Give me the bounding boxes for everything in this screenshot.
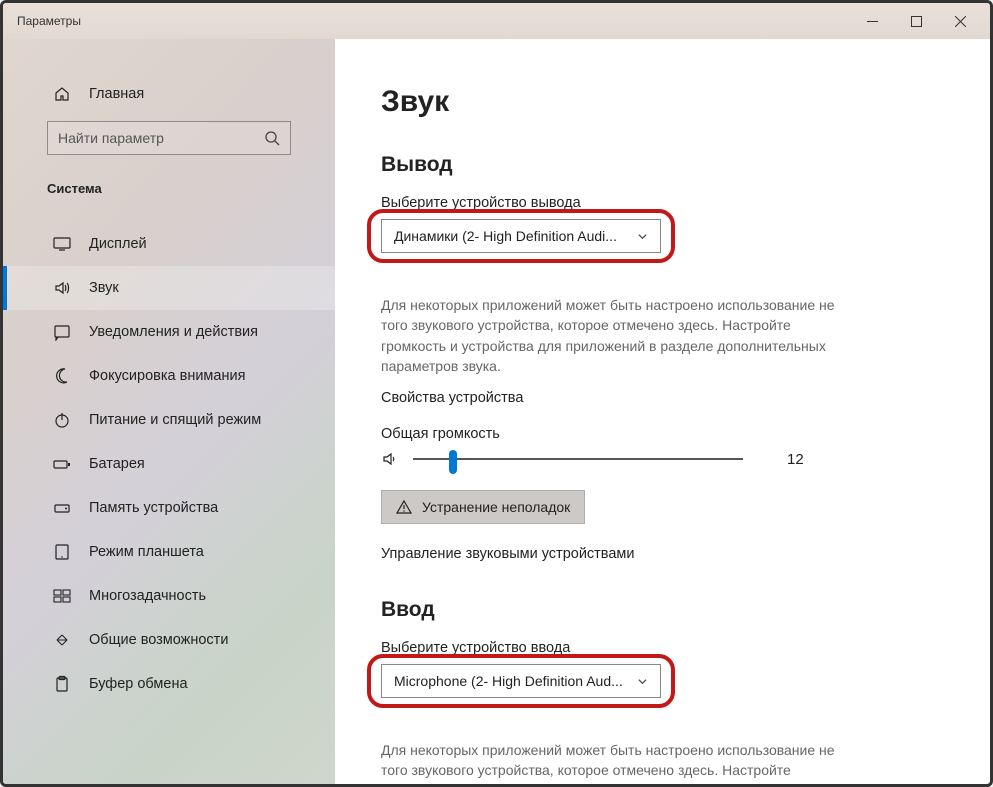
sidebar-item-multitask[interactable]: Многозадачность bbox=[3, 574, 335, 618]
sidebar-home[interactable]: Главная bbox=[3, 79, 335, 121]
sidebar-home-label: Главная bbox=[89, 86, 144, 102]
warning-icon bbox=[396, 499, 412, 515]
sidebar-item-shared[interactable]: Общие возможности bbox=[3, 618, 335, 662]
sidebar-item-label: Многозадачность bbox=[89, 588, 206, 604]
sidebar-item-label: Питание и спящий режим bbox=[89, 412, 261, 428]
output-heading: Вывод bbox=[381, 153, 944, 177]
sidebar-section-title: Система bbox=[3, 181, 335, 206]
sound-icon bbox=[53, 279, 71, 297]
shared-icon bbox=[53, 631, 71, 649]
sidebar-item-label: Режим планшета bbox=[89, 544, 204, 560]
search-input[interactable] bbox=[47, 121, 291, 155]
sidebar-item-label: Уведомления и действия bbox=[89, 324, 258, 340]
volume-value: 12 bbox=[787, 451, 804, 468]
home-icon bbox=[53, 85, 71, 103]
input-device-dropdown[interactable]: Microphone (2- High Definition Aud... bbox=[381, 664, 661, 698]
sidebar-item-label: Общие возможности bbox=[89, 632, 228, 648]
output-device-value: Динамики (2- High Definition Audi... bbox=[394, 228, 617, 244]
output-device-properties[interactable]: Свойства устройства bbox=[381, 390, 944, 406]
search-field[interactable] bbox=[58, 130, 264, 146]
sidebar-item-clipboard[interactable]: Буфер обмена bbox=[3, 662, 335, 706]
output-description: Для некоторых приложений может быть наст… bbox=[381, 295, 851, 376]
notifications-icon bbox=[53, 323, 71, 341]
output-device-dropdown[interactable]: Динамики (2- High Definition Audi... bbox=[381, 219, 661, 253]
sidebar-item-label: Фокусировка внимания bbox=[89, 368, 245, 384]
search-icon bbox=[264, 130, 280, 146]
window-title: Параметры bbox=[17, 14, 81, 28]
battery-icon bbox=[53, 455, 71, 473]
sidebar-item-label: Батарея bbox=[89, 456, 145, 472]
display-icon bbox=[53, 235, 71, 253]
input-heading: Ввод bbox=[381, 598, 944, 622]
close-button[interactable] bbox=[938, 6, 982, 36]
troubleshoot-button[interactable]: Устранение неполадок bbox=[381, 490, 585, 524]
chevron-down-icon bbox=[637, 231, 648, 242]
maximize-button[interactable] bbox=[894, 6, 938, 36]
manage-devices-link[interactable]: Управление звуковыми устройствами bbox=[381, 546, 944, 562]
volume-label: Общая громкость bbox=[381, 426, 944, 442]
sidebar-item-display[interactable]: Дисплей bbox=[3, 222, 335, 266]
sidebar-item-focus[interactable]: Фокусировка внимания bbox=[3, 354, 335, 398]
sidebar-item-battery[interactable]: Батарея bbox=[3, 442, 335, 486]
sidebar-item-storage[interactable]: Память устройства bbox=[3, 486, 335, 530]
sidebar-item-notifications[interactable]: Уведомления и действия bbox=[3, 310, 335, 354]
chevron-down-icon bbox=[637, 676, 648, 687]
page-title: Звук bbox=[381, 85, 944, 119]
sidebar-item-label: Звук bbox=[89, 280, 119, 296]
input-description: Для некоторых приложений может быть наст… bbox=[381, 740, 851, 784]
multitask-icon bbox=[53, 587, 71, 605]
sidebar-item-label: Буфер обмена bbox=[89, 676, 188, 692]
storage-icon bbox=[53, 499, 71, 517]
sidebar-item-tablet[interactable]: Режим планшета bbox=[3, 530, 335, 574]
minimize-button[interactable] bbox=[850, 6, 894, 36]
focus-icon bbox=[53, 367, 71, 385]
volume-icon bbox=[381, 450, 399, 468]
sidebar-item-label: Память устройства bbox=[89, 500, 218, 516]
troubleshoot-label: Устранение неполадок bbox=[422, 499, 570, 515]
volume-thumb[interactable] bbox=[449, 450, 457, 474]
input-device-value: Microphone (2- High Definition Aud... bbox=[394, 673, 623, 689]
sidebar-item-label: Дисплей bbox=[89, 236, 147, 252]
volume-slider[interactable] bbox=[413, 458, 743, 460]
sidebar-item-sound[interactable]: Звук bbox=[3, 266, 335, 310]
power-icon bbox=[53, 411, 71, 429]
clipboard-icon bbox=[53, 675, 71, 693]
sidebar-item-power[interactable]: Питание и спящий режим bbox=[3, 398, 335, 442]
tablet-icon bbox=[53, 543, 71, 561]
